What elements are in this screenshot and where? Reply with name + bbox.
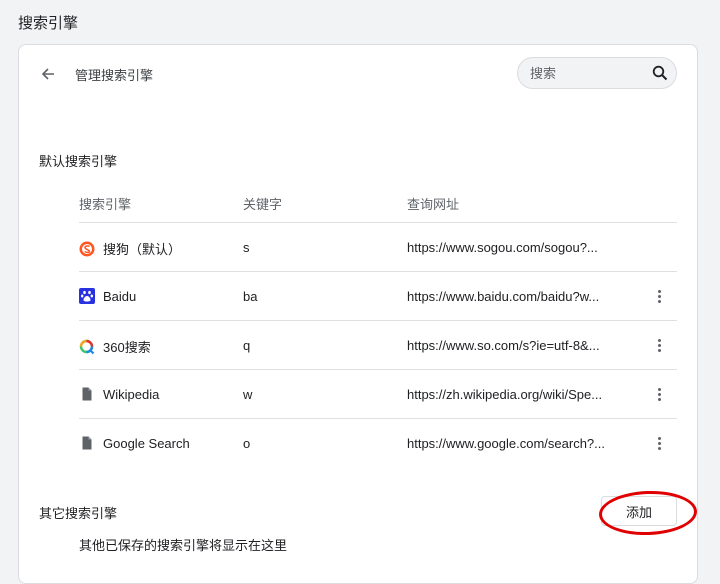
back-button[interactable] <box>37 63 59 85</box>
search-box[interactable] <box>517 57 677 89</box>
table-row: Wikipedia w https://zh.wikipedia.org/wik… <box>79 370 677 419</box>
more-vert-icon <box>657 436 661 440</box>
document-icon <box>79 386 95 402</box>
table-row: Baidu ba https://www.baidu.com/baidu?w..… <box>79 272 677 321</box>
other-section-label: 其它搜索引擎 <box>39 506 118 521</box>
table-row: 360搜索 q https://www.so.com/s?ie=utf-8&..… <box>79 321 677 370</box>
baidu-icon <box>79 288 95 304</box>
engine-keyword: s <box>243 240 250 255</box>
sogou-icon <box>79 241 95 257</box>
engine-keyword: o <box>243 436 251 451</box>
more-actions-button[interactable] <box>649 384 669 404</box>
table-row: 搜狗（默认） s https://www.sogou.com/sogou?... <box>79 223 677 272</box>
more-vert-icon <box>657 387 661 391</box>
manage-title: 管理搜索引擎 <box>75 68 154 83</box>
360-icon <box>79 339 95 355</box>
engine-url: https://zh.wikipedia.org/wiki/Spe... <box>407 387 603 402</box>
engine-keyword: w <box>243 387 253 402</box>
search-engines-card: 管理搜索引擎 默认搜索引擎 搜索引擎 关键字 查询网址 <box>18 44 698 584</box>
more-actions-button[interactable] <box>649 335 669 355</box>
add-search-engine-button[interactable]: 添加 <box>601 496 677 526</box>
engine-name: Baidu <box>103 288 137 304</box>
engine-keyword: ba <box>243 289 258 304</box>
table-header: 搜索引擎 关键字 查询网址 <box>79 188 677 223</box>
column-header-url: 查询网址 <box>407 197 460 212</box>
search-engine-table: 搜索引擎 关键字 查询网址 搜狗（默认） s https://www.sogou… <box>79 188 677 467</box>
engine-name: 360搜索 <box>103 340 151 355</box>
page-title: 搜索引擎 <box>18 15 79 32</box>
more-vert-icon <box>657 289 661 293</box>
other-empty-text: 其他已保存的搜索引擎将显示在这里 <box>79 538 288 553</box>
search-icon[interactable] <box>652 65 668 81</box>
arrow-back-icon <box>41 68 54 80</box>
engine-url: https://www.baidu.com/baidu?w... <box>407 289 600 304</box>
engine-url: https://www.google.com/search?... <box>407 436 605 451</box>
engine-keyword: q <box>243 338 251 353</box>
document-icon <box>79 435 95 451</box>
column-header-engine: 搜索引擎 <box>79 197 132 212</box>
engine-url: https://www.sogou.com/sogou?... <box>407 240 598 255</box>
default-section-label: 默认搜索引擎 <box>39 154 118 169</box>
more-actions-button[interactable] <box>649 286 669 306</box>
column-header-keyword: 关键字 <box>243 197 283 212</box>
engine-name: Wikipedia <box>103 386 160 402</box>
search-input[interactable] <box>530 64 645 82</box>
table-row: Google Search o https://www.google.com/s… <box>79 419 677 467</box>
more-actions-button[interactable] <box>649 433 669 453</box>
engine-name: Google Search <box>103 435 190 451</box>
engine-url: https://www.so.com/s?ie=utf-8&... <box>407 338 600 353</box>
more-vert-icon <box>657 338 661 342</box>
engine-name: 搜狗（默认） <box>103 242 182 257</box>
